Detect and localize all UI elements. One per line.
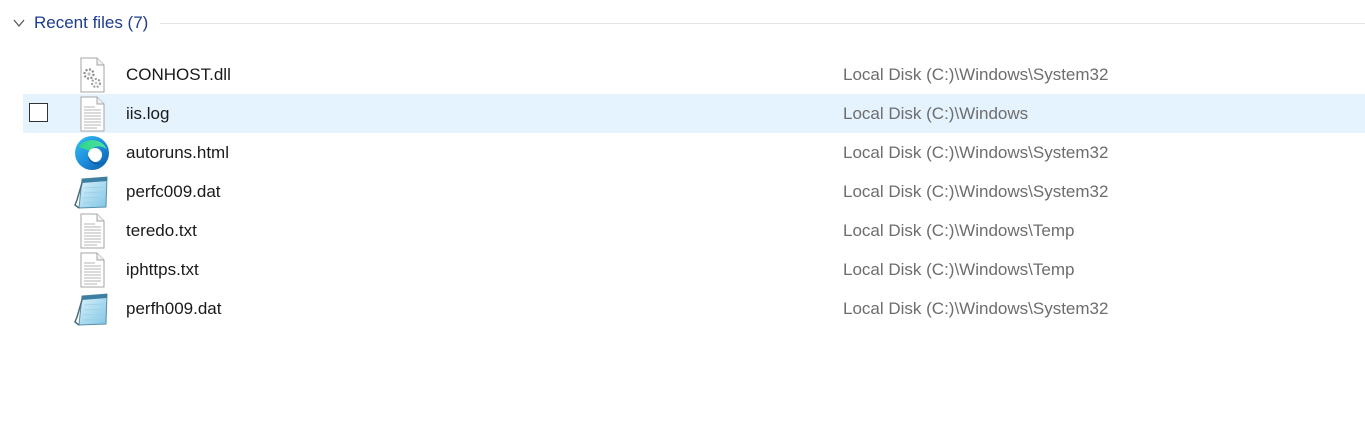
file-row[interactable]: CONHOST.dll Local Disk (C:)\Windows\Syst… [23,55,1365,94]
text-file-icon [80,252,105,288]
file-row[interactable]: autoruns.html Local Disk (C:)\Windows\Sy… [23,133,1365,172]
file-name[interactable]: perfc009.dat [126,182,221,202]
text-file-icon [80,96,105,132]
notepad-icon [74,293,108,326]
group-title: Recent files (7) [34,13,149,32]
file-row[interactable]: perfc009.dat Local Disk (C:)\Windows\Sys… [23,172,1365,211]
file-location: Local Disk (C:)\Windows [843,104,1029,123]
file-name[interactable]: CONHOST.dll [126,65,231,85]
file-location: Local Disk (C:)\Windows\System32 [843,65,1109,84]
dll-gear-file-icon [80,57,105,93]
file-location: Local Disk (C:)\Windows\System32 [843,143,1109,162]
file-name[interactable]: perfh009.dat [126,299,221,319]
chevron-down-icon[interactable] [12,16,26,30]
file-row[interactable]: teredo.txt Local Disk (C:)\Windows\Temp [23,211,1365,250]
text-file-icon [80,213,105,249]
file-row[interactable]: perfh009.dat Local Disk (C:)\Windows\Sys… [23,289,1365,328]
recent-files-list: CONHOST.dll Local Disk (C:)\Windows\Syst… [23,55,1365,328]
file-location: Local Disk (C:)\Windows\System32 [843,182,1109,201]
file-location: Local Disk (C:)\Windows\System32 [843,299,1109,318]
file-name[interactable]: teredo.txt [126,221,197,241]
group-divider [160,23,1365,24]
file-name[interactable]: autoruns.html [126,143,229,163]
row-select-checkbox[interactable] [29,103,48,122]
file-row[interactable]: iis.log Local Disk (C:)\Windows [23,94,1365,133]
file-location: Local Disk (C:)\Windows\Temp [843,260,1075,279]
recent-files-group-header[interactable]: Recent files (7) [0,8,1365,38]
file-name[interactable]: iphttps.txt [126,260,199,280]
file-row[interactable]: iphttps.txt Local Disk (C:)\Windows\Temp [23,250,1365,289]
file-location: Local Disk (C:)\Windows\Temp [843,221,1075,240]
edge-browser-icon [75,136,109,170]
file-name[interactable]: iis.log [126,104,169,124]
notepad-icon [74,176,108,209]
